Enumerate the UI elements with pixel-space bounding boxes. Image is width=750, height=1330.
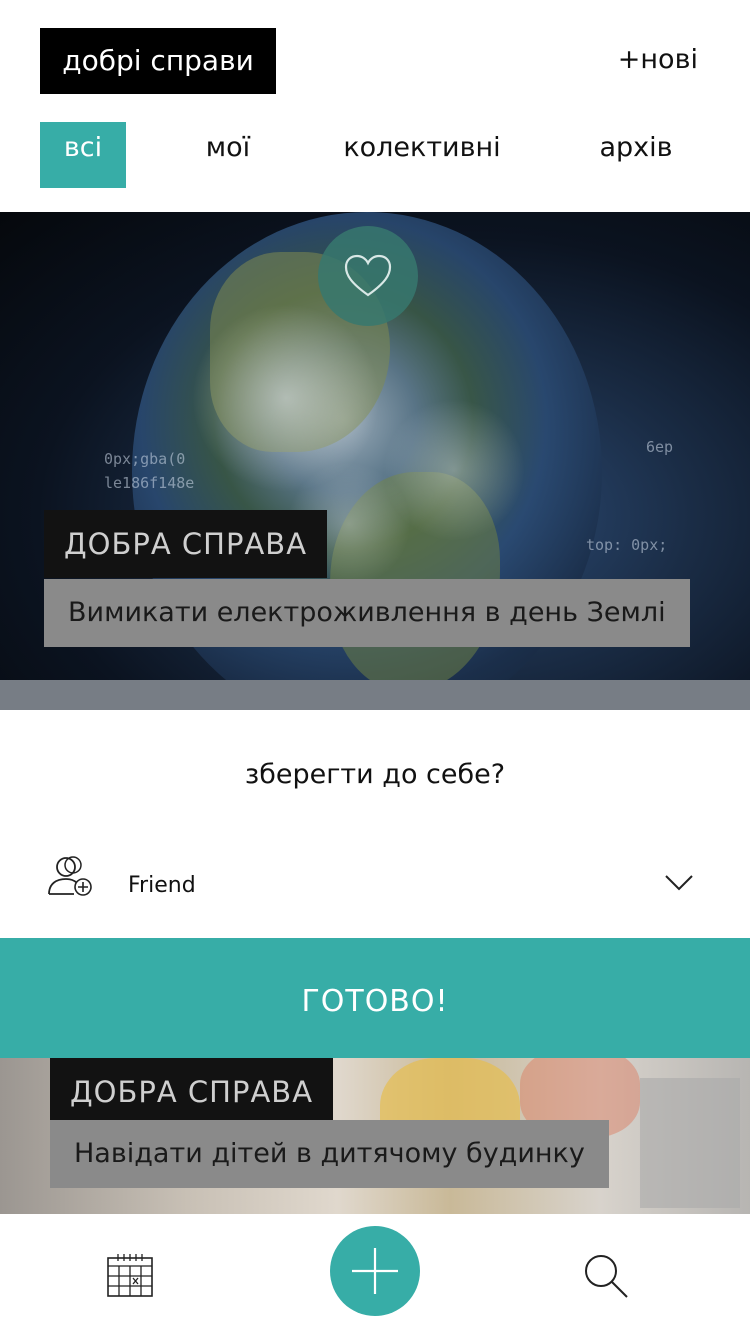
dialog-question: зберегти до себе? (244, 759, 506, 790)
plus-icon (352, 1248, 398, 1294)
heart-icon (344, 254, 392, 297)
save-dialog: зберегти до себе? Friend (0, 711, 748, 938)
like-button[interactable] (318, 226, 418, 326)
header: добрі справи +нові всі мої колективні ар… (0, 0, 750, 212)
tab-mine[interactable]: мої (186, 122, 270, 188)
deed-title: Навідати дітей в дитячому будинку (50, 1120, 609, 1188)
chevron-down-icon[interactable] (664, 874, 694, 892)
deed-card[interactable]: ДОБРА СПРАВА Навідати дітей в дитячому б… (0, 1058, 750, 1214)
deed-card[interactable]: 0px;gba(0 le186f148e top: 0px; 6ep ДОБРА… (0, 212, 750, 680)
deed-category-label: ДОБРА СПРАВА (44, 510, 328, 578)
tab-all[interactable]: всі (40, 122, 126, 188)
recipient-select[interactable]: Friend (128, 873, 196, 898)
deed-category-label: ДОБРА СПРАВА (50, 1058, 334, 1126)
search-icon[interactable] (582, 1252, 630, 1300)
app-logo[interactable]: добрі справи (40, 28, 276, 94)
bottom-nav (0, 1214, 750, 1330)
add-friend-icon (48, 856, 92, 896)
tab-collective[interactable]: колективні (336, 122, 508, 188)
add-deed-button[interactable] (330, 1226, 420, 1316)
done-button[interactable]: ГОТОВО! (0, 938, 750, 1058)
calendar-icon[interactable] (106, 1252, 154, 1298)
deed-title: Вимикати електроживлення в день Землі (44, 579, 690, 647)
tab-archive[interactable]: архів (588, 122, 684, 188)
new-deeds-link[interactable]: +нові (618, 44, 698, 75)
